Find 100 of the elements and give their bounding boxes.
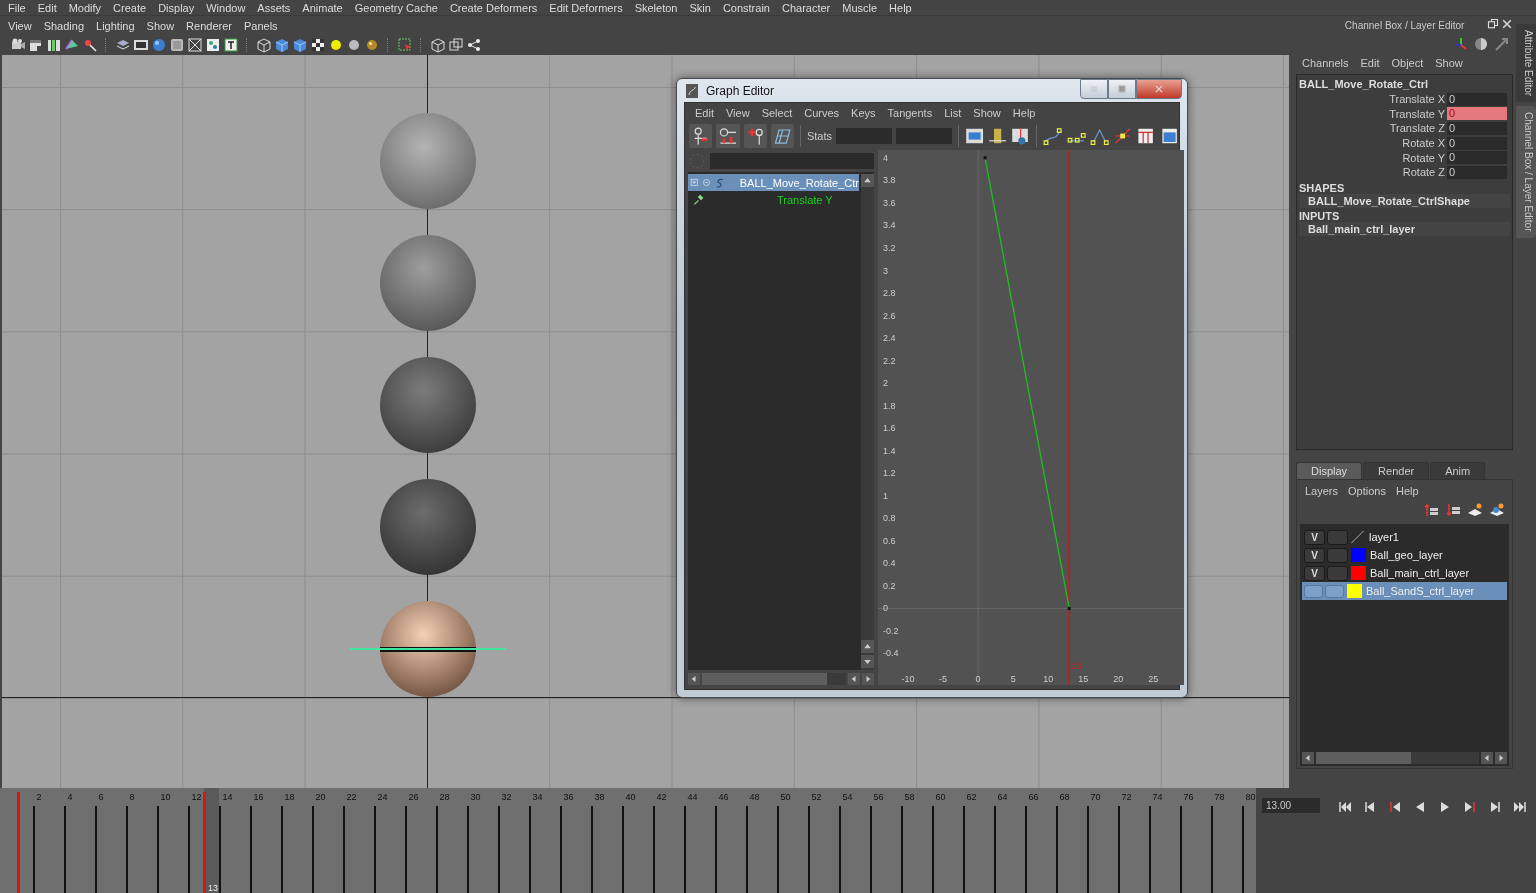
menu-item[interactable]: Modify: [62, 1, 108, 14]
move-layer-down-icon[interactable]: [1445, 502, 1462, 518]
display-type-toggle[interactable]: [1327, 565, 1348, 581]
menu-item[interactable]: Curves: [798, 106, 846, 119]
horizontal-scrollbar[interactable]: [702, 672, 846, 685]
text-icon[interactable]: [223, 36, 239, 53]
shaded-cube-icon[interactable]: [292, 36, 308, 53]
current-time-field[interactable]: 13.00: [1262, 798, 1320, 813]
channel-value-field[interactable]: 0: [1447, 92, 1507, 106]
menu-item[interactable]: Window: [200, 1, 252, 14]
scroll-left-icon[interactable]: [848, 672, 860, 685]
menu-item[interactable]: Object: [1385, 57, 1430, 69]
channel-name[interactable]: Rotate Z: [1299, 166, 1447, 179]
nodes-icon[interactable]: [205, 36, 221, 53]
menu-item[interactable]: Show: [140, 19, 181, 32]
scroll-left-icon[interactable]: [1481, 752, 1494, 764]
shaded-cube-icon[interactable]: [274, 36, 290, 53]
spline-tangents-icon[interactable]: [1043, 126, 1063, 146]
scroll-up-icon[interactable]: [861, 640, 874, 653]
menu-item[interactable]: Help: [1006, 106, 1042, 119]
menu-item[interactable]: File: [2, 1, 32, 14]
menu-item[interactable]: Display: [152, 1, 201, 14]
menu-item[interactable]: Skin: [683, 1, 717, 14]
menu-item[interactable]: View: [719, 106, 756, 119]
half-circle-icon[interactable]: [1473, 36, 1490, 52]
menu-item[interactable]: Assets: [251, 1, 297, 14]
keyframe-point[interactable]: [983, 156, 987, 160]
share-icon[interactable]: [466, 36, 482, 53]
menu-item[interactable]: Channels: [1296, 57, 1355, 69]
layer-color-swatch[interactable]: [1351, 566, 1366, 580]
display-type-toggle[interactable]: [1327, 529, 1348, 545]
layer-name[interactable]: Ball_main_ctrl_layer: [1368, 567, 1470, 579]
visibility-toggle[interactable]: V: [1304, 565, 1325, 581]
stats-field[interactable]: [895, 128, 952, 144]
scroll-up-icon[interactable]: [861, 174, 874, 187]
go-to-end-icon[interactable]: [1512, 799, 1528, 815]
display-type-toggle[interactable]: [1325, 584, 1344, 598]
float-button-icon[interactable]: [1487, 18, 1500, 30]
previous-key-icon[interactable]: [1387, 799, 1403, 815]
visibility-toggle[interactable]: V: [1304, 547, 1325, 563]
menu-item[interactable]: Create: [107, 1, 153, 14]
menu-item[interactable]: Create Deformers: [443, 1, 544, 14]
menu-item[interactable]: Select: [755, 106, 799, 119]
menu-item[interactable]: Shading: [37, 19, 91, 32]
layer-name[interactable]: Ball_geo_layer: [1368, 549, 1443, 561]
channel-value-field[interactable]: 0: [1447, 151, 1507, 165]
vertical-scrollbar[interactable]: [861, 174, 874, 670]
menu-item[interactable]: Help: [883, 1, 918, 14]
scroll-left-icon[interactable]: [688, 672, 700, 685]
panel-icon[interactable]: [1159, 126, 1179, 146]
table-icon[interactable]: [1136, 126, 1156, 146]
no-color-icon[interactable]: [1350, 530, 1365, 544]
next-key-icon[interactable]: [1462, 799, 1478, 815]
channel-name[interactable]: Translate Z: [1299, 122, 1447, 135]
editor-tab[interactable]: Display: [1296, 462, 1363, 479]
pin-icon[interactable]: [692, 193, 705, 206]
menu-item[interactable]: Panels: [237, 19, 284, 32]
shape-node-name[interactable]: BALL_Move_Rotate_CtrlShape: [1299, 193, 1511, 208]
visibility-toggle[interactable]: V: [1304, 529, 1325, 545]
menu-item[interactable]: Animate: [296, 1, 349, 14]
channel-name[interactable]: Rotate X: [1299, 137, 1447, 150]
layer-color-swatch[interactable]: [1347, 584, 1362, 598]
editor-tab[interactable]: Render: [1363, 462, 1430, 479]
go-to-start-icon[interactable]: [1337, 799, 1353, 815]
side-tab[interactable]: Attribute Editor: [1516, 24, 1536, 103]
menu-item[interactable]: Skeleton: [628, 1, 684, 14]
key-stats-icon[interactable]: [716, 124, 740, 148]
menu-item[interactable]: View: [2, 19, 38, 32]
layer-color-swatch[interactable]: [1351, 548, 1366, 562]
frame-playback-icon[interactable]: [987, 126, 1008, 146]
channel-name[interactable]: Translate Y: [1299, 107, 1447, 120]
menu-item[interactable]: Edit: [689, 106, 720, 119]
scroll-left-icon[interactable]: [1302, 752, 1314, 764]
cube-icon[interactable]: [430, 36, 446, 53]
horizontal-scrollbar[interactable]: [1316, 752, 1480, 764]
channel-name[interactable]: Translate X: [1299, 93, 1447, 106]
new-layer-from-selection-icon[interactable]: [1489, 502, 1506, 518]
menu-item[interactable]: Edit: [31, 1, 63, 14]
menu-item[interactable]: Constrain: [716, 1, 776, 14]
peak-tangents-icon[interactable]: [1089, 126, 1110, 146]
side-tab[interactable]: Channel Box / Layer Editor: [1516, 106, 1536, 238]
menu-item[interactable]: Layers: [1300, 485, 1344, 497]
menu-item[interactable]: Options: [1343, 485, 1391, 497]
display-type-toggle[interactable]: [1327, 547, 1348, 563]
scroll-down-icon[interactable]: [861, 655, 874, 668]
menu-item[interactable]: Muscle: [836, 1, 884, 14]
keyframe-point[interactable]: [1067, 606, 1071, 610]
menu-item[interactable]: Edit Deformers: [543, 1, 629, 14]
arrow-icon[interactable]: [1493, 36, 1510, 52]
input-node-name[interactable]: Ball_main_ctrl_layer: [1299, 221, 1511, 236]
wireframe-cube-icon[interactable]: [256, 36, 272, 53]
checker-icon[interactable]: [310, 36, 326, 53]
move-layer-up-icon[interactable]: [1423, 502, 1440, 518]
layer-name[interactable]: layer1: [1367, 531, 1399, 543]
menu-item[interactable]: Tangents: [881, 106, 939, 119]
channel-value-field[interactable]: 0: [1447, 136, 1507, 150]
scroll-right-icon[interactable]: [1495, 752, 1508, 764]
menu-item[interactable]: Character: [775, 1, 837, 14]
insert-key-icon[interactable]: [743, 124, 767, 148]
menu-item[interactable]: Show: [967, 106, 1007, 119]
